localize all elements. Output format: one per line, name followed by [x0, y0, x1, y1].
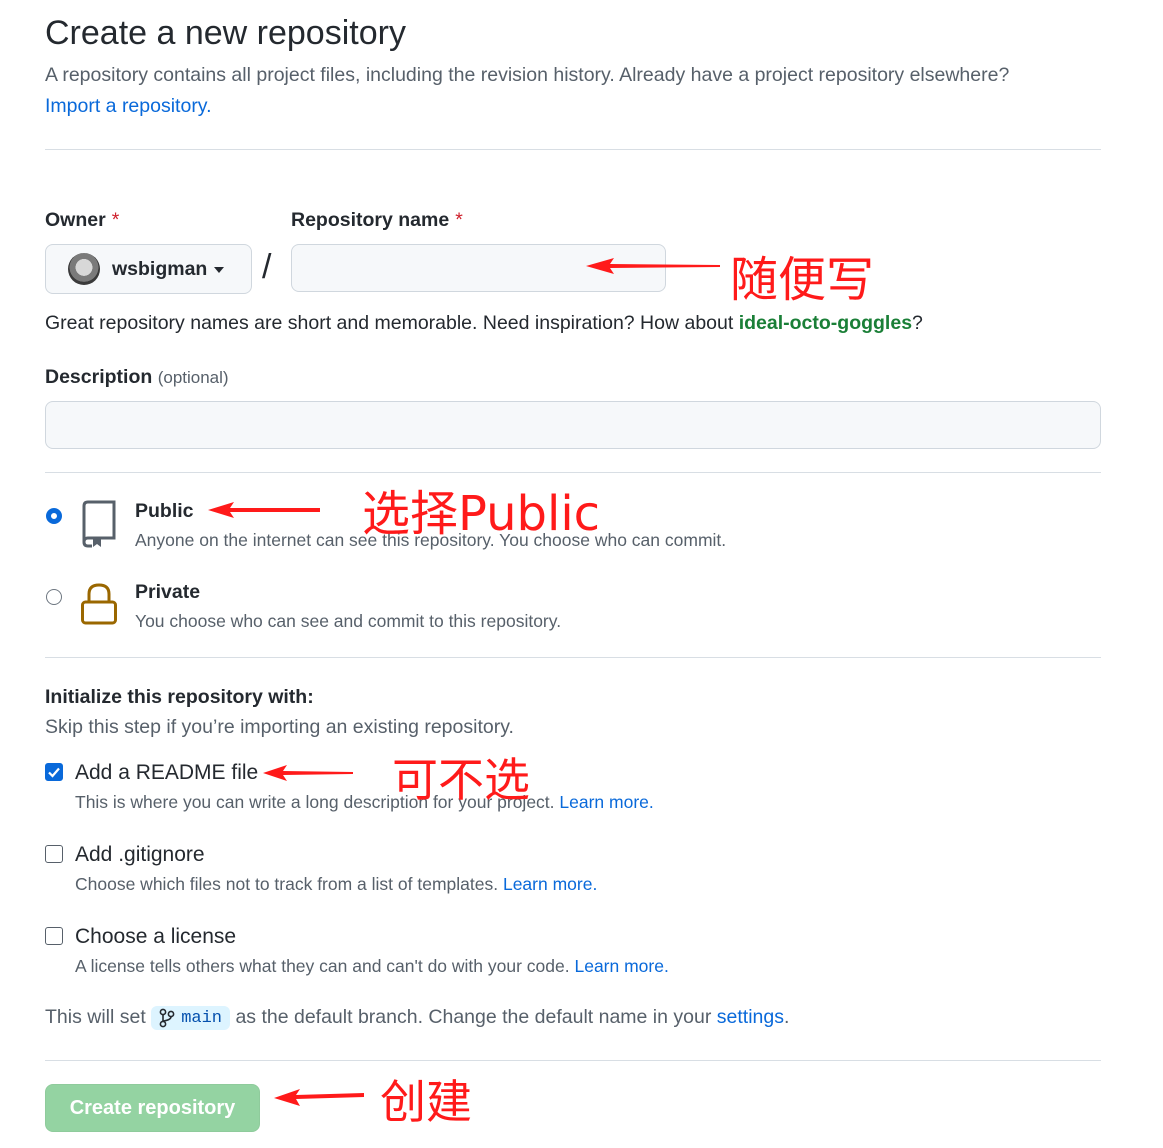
caret-down-icon — [214, 267, 225, 273]
name-hint-suffix: ? — [912, 312, 923, 334]
public-radio[interactable] — [46, 508, 62, 524]
gitignore-label[interactable]: Add .gitignore — [75, 843, 205, 867]
readme-checkbox[interactable] — [45, 763, 63, 781]
license-checkbox[interactable] — [45, 927, 63, 945]
annotation-repo-name: 随便写 — [730, 252, 875, 308]
git-branch-icon — [159, 1008, 175, 1028]
owner-name: wsbigman — [112, 257, 208, 280]
gitignore-description: Choose which files not to track from a l… — [75, 874, 597, 895]
divider — [45, 1060, 1101, 1061]
check-icon — [48, 767, 60, 778]
divider — [45, 657, 1101, 658]
branch-chip: main — [151, 1006, 231, 1030]
arrow-left-icon — [263, 765, 353, 781]
repo-icon — [80, 500, 118, 553]
import-repository-link[interactable]: Import a repository. — [45, 95, 212, 118]
settings-link[interactable]: settings — [717, 1006, 784, 1028]
page-subtitle: A repository contains all project files,… — [45, 64, 1010, 86]
description-label-text: Description — [45, 366, 153, 388]
annotation-readme: 可不选 — [392, 753, 530, 807]
license-description-text: A license tells others what they can and… — [75, 956, 570, 976]
description-label: Description (optional) — [45, 366, 229, 389]
arrow-left-icon — [208, 502, 320, 518]
repo-name-label-text: Repository name — [291, 209, 450, 231]
readme-learn-more-link[interactable]: Learn more. — [559, 792, 653, 812]
branch-name: main — [181, 1008, 223, 1028]
public-title: Public — [135, 500, 194, 522]
owner-select-button[interactable]: wsbigman — [45, 244, 252, 294]
license-label[interactable]: Choose a license — [75, 925, 236, 949]
readme-label[interactable]: Add a README file — [75, 761, 258, 785]
required-mark: * — [111, 209, 120, 231]
branch-note-suffix: . — [783, 1006, 790, 1029]
annotation-public: 选择Public — [362, 486, 601, 542]
gitignore-learn-more-link[interactable]: Learn more. — [503, 874, 597, 894]
name-hint: Great repository names are short and mem… — [45, 312, 923, 335]
name-hint-text: Great repository names are short and mem… — [45, 312, 739, 334]
gitignore-checkbox[interactable] — [45, 845, 63, 863]
avatar — [68, 253, 100, 285]
initialize-heading: Initialize this repository with: — [45, 686, 314, 708]
lock-icon — [80, 582, 118, 631]
create-repository-button[interactable]: Create repository — [45, 1084, 260, 1132]
license-description: A license tells others what they can and… — [75, 956, 669, 977]
owner-label-text: Owner — [45, 209, 106, 231]
private-radio[interactable] — [46, 589, 62, 605]
name-suggestion[interactable]: ideal-octo-goggles — [739, 312, 912, 334]
page-title: Create a new repository — [45, 14, 406, 52]
divider — [45, 149, 1101, 150]
owner-label: Owner * — [45, 209, 119, 232]
branch-note-middle: as the default branch. Change the defaul… — [235, 1006, 712, 1029]
optional-tag: (optional) — [157, 368, 229, 387]
private-description: You choose who can see and commit to thi… — [135, 611, 562, 631]
branch-note-prefix: This will set — [45, 1006, 146, 1029]
private-title: Private — [135, 581, 201, 603]
gitignore-description-text: Choose which files not to track from a l… — [75, 874, 499, 894]
repo-name-label: Repository name * — [291, 209, 463, 232]
license-learn-more-link[interactable]: Learn more. — [574, 956, 668, 976]
initialize-subheading: Skip this step if you’re importing an ex… — [45, 716, 514, 738]
owner-repo-separator: / — [262, 248, 272, 286]
annotation-create: 创建 — [380, 1075, 472, 1129]
readme-description: This is where you can write a long descr… — [75, 792, 654, 813]
divider — [45, 472, 1101, 473]
required-mark: * — [455, 209, 463, 231]
arrow-left-icon — [274, 1089, 364, 1106]
description-input[interactable] — [45, 401, 1101, 449]
arrow-left-icon — [586, 258, 720, 274]
default-branch-note: This will set main as the default branch… — [45, 1006, 789, 1030]
